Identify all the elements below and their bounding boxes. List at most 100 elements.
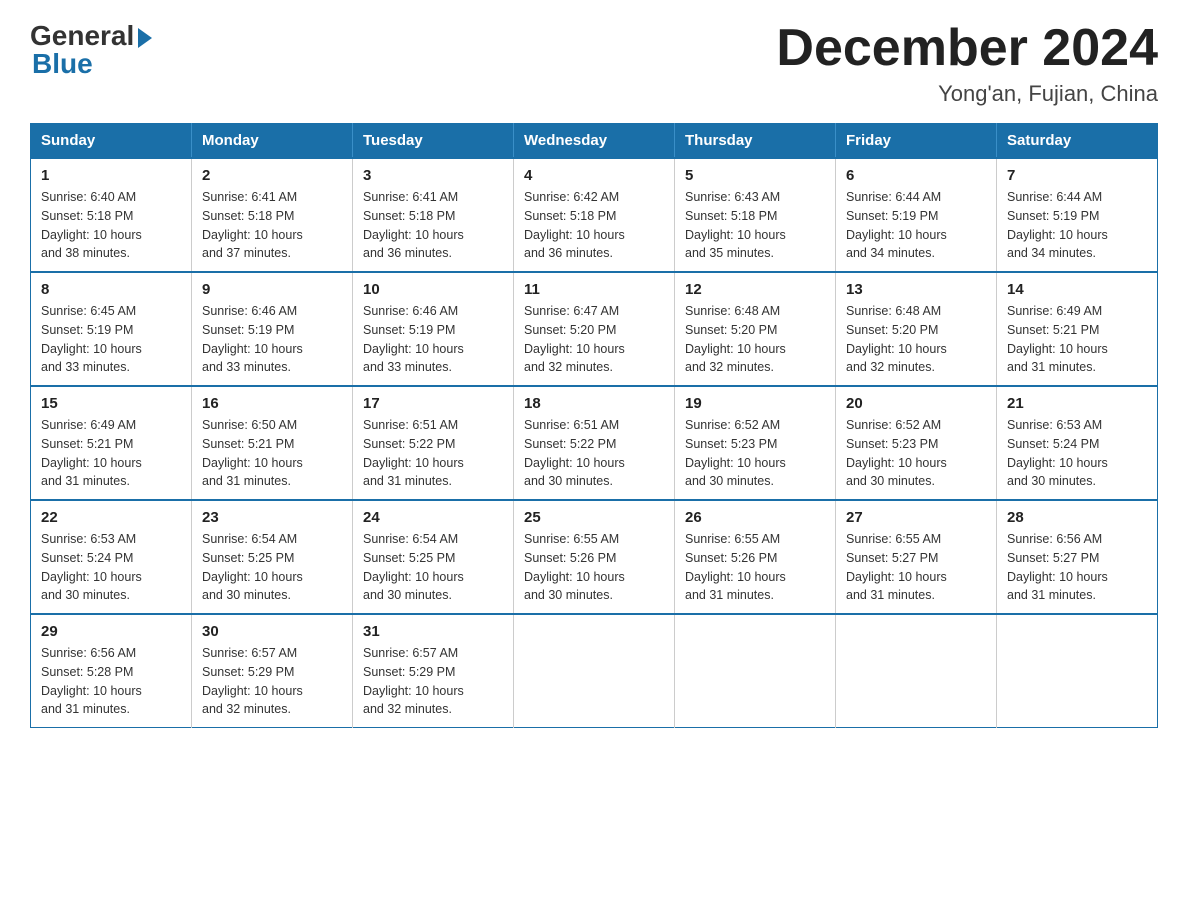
calendar-day-cell: 9 Sunrise: 6:46 AM Sunset: 5:19 PM Dayli… bbox=[192, 272, 353, 386]
calendar-day-cell: 20 Sunrise: 6:52 AM Sunset: 5:23 PM Dayl… bbox=[836, 386, 997, 500]
day-number: 12 bbox=[685, 281, 825, 298]
day-number: 8 bbox=[41, 281, 181, 298]
title-section: December 2024 Yong'an, Fujian, China bbox=[776, 20, 1158, 107]
calendar-day-cell: 31 Sunrise: 6:57 AM Sunset: 5:29 PM Dayl… bbox=[353, 614, 514, 728]
calendar-day-cell bbox=[836, 614, 997, 728]
day-number: 22 bbox=[41, 509, 181, 526]
calendar-day-cell: 7 Sunrise: 6:44 AM Sunset: 5:19 PM Dayli… bbox=[997, 158, 1158, 272]
day-number: 10 bbox=[363, 281, 503, 298]
calendar-day-cell: 15 Sunrise: 6:49 AM Sunset: 5:21 PM Dayl… bbox=[31, 386, 192, 500]
day-number: 3 bbox=[363, 167, 503, 184]
day-info: Sunrise: 6:56 AM Sunset: 5:27 PM Dayligh… bbox=[1007, 530, 1147, 605]
day-info: Sunrise: 6:55 AM Sunset: 5:27 PM Dayligh… bbox=[846, 530, 986, 605]
day-info: Sunrise: 6:51 AM Sunset: 5:22 PM Dayligh… bbox=[524, 416, 664, 491]
day-number: 31 bbox=[363, 623, 503, 640]
calendar-day-cell: 1 Sunrise: 6:40 AM Sunset: 5:18 PM Dayli… bbox=[31, 158, 192, 272]
day-number: 4 bbox=[524, 167, 664, 184]
day-number: 1 bbox=[41, 167, 181, 184]
day-number: 9 bbox=[202, 281, 342, 298]
day-number: 15 bbox=[41, 395, 181, 412]
day-number: 25 bbox=[524, 509, 664, 526]
day-info: Sunrise: 6:57 AM Sunset: 5:29 PM Dayligh… bbox=[202, 644, 342, 719]
calendar-table: SundayMondayTuesdayWednesdayThursdayFrid… bbox=[30, 123, 1158, 728]
day-number: 28 bbox=[1007, 509, 1147, 526]
calendar-day-cell: 13 Sunrise: 6:48 AM Sunset: 5:20 PM Dayl… bbox=[836, 272, 997, 386]
day-info: Sunrise: 6:53 AM Sunset: 5:24 PM Dayligh… bbox=[1007, 416, 1147, 491]
day-info: Sunrise: 6:40 AM Sunset: 5:18 PM Dayligh… bbox=[41, 188, 181, 263]
logo-blue-text: Blue bbox=[32, 48, 93, 80]
calendar-day-cell: 28 Sunrise: 6:56 AM Sunset: 5:27 PM Dayl… bbox=[997, 500, 1158, 614]
day-number: 5 bbox=[685, 167, 825, 184]
calendar-day-cell bbox=[675, 614, 836, 728]
day-info: Sunrise: 6:52 AM Sunset: 5:23 PM Dayligh… bbox=[685, 416, 825, 491]
calendar-day-cell: 11 Sunrise: 6:47 AM Sunset: 5:20 PM Dayl… bbox=[514, 272, 675, 386]
day-info: Sunrise: 6:46 AM Sunset: 5:19 PM Dayligh… bbox=[202, 302, 342, 377]
calendar-day-cell: 25 Sunrise: 6:55 AM Sunset: 5:26 PM Dayl… bbox=[514, 500, 675, 614]
day-number: 19 bbox=[685, 395, 825, 412]
calendar-day-cell: 10 Sunrise: 6:46 AM Sunset: 5:19 PM Dayl… bbox=[353, 272, 514, 386]
page-header: General Blue December 2024 Yong'an, Fuji… bbox=[30, 20, 1158, 107]
calendar-day-cell: 19 Sunrise: 6:52 AM Sunset: 5:23 PM Dayl… bbox=[675, 386, 836, 500]
calendar-day-cell: 12 Sunrise: 6:48 AM Sunset: 5:20 PM Dayl… bbox=[675, 272, 836, 386]
day-number: 27 bbox=[846, 509, 986, 526]
calendar-week-row: 8 Sunrise: 6:45 AM Sunset: 5:19 PM Dayli… bbox=[31, 272, 1158, 386]
day-number: 7 bbox=[1007, 167, 1147, 184]
day-info: Sunrise: 6:47 AM Sunset: 5:20 PM Dayligh… bbox=[524, 302, 664, 377]
calendar-day-cell bbox=[997, 614, 1158, 728]
day-number: 30 bbox=[202, 623, 342, 640]
day-number: 18 bbox=[524, 395, 664, 412]
day-number: 23 bbox=[202, 509, 342, 526]
calendar-day-cell: 2 Sunrise: 6:41 AM Sunset: 5:18 PM Dayli… bbox=[192, 158, 353, 272]
day-info: Sunrise: 6:54 AM Sunset: 5:25 PM Dayligh… bbox=[202, 530, 342, 605]
calendar-day-cell: 29 Sunrise: 6:56 AM Sunset: 5:28 PM Dayl… bbox=[31, 614, 192, 728]
day-number: 24 bbox=[363, 509, 503, 526]
calendar-day-cell: 24 Sunrise: 6:54 AM Sunset: 5:25 PM Dayl… bbox=[353, 500, 514, 614]
calendar-day-cell: 27 Sunrise: 6:55 AM Sunset: 5:27 PM Dayl… bbox=[836, 500, 997, 614]
day-info: Sunrise: 6:54 AM Sunset: 5:25 PM Dayligh… bbox=[363, 530, 503, 605]
calendar-day-cell: 16 Sunrise: 6:50 AM Sunset: 5:21 PM Dayl… bbox=[192, 386, 353, 500]
day-info: Sunrise: 6:48 AM Sunset: 5:20 PM Dayligh… bbox=[846, 302, 986, 377]
day-number: 16 bbox=[202, 395, 342, 412]
logo-arrow-icon bbox=[138, 28, 152, 48]
calendar-day-cell: 30 Sunrise: 6:57 AM Sunset: 5:29 PM Dayl… bbox=[192, 614, 353, 728]
day-info: Sunrise: 6:48 AM Sunset: 5:20 PM Dayligh… bbox=[685, 302, 825, 377]
day-number: 11 bbox=[524, 281, 664, 298]
day-number: 21 bbox=[1007, 395, 1147, 412]
calendar-week-row: 1 Sunrise: 6:40 AM Sunset: 5:18 PM Dayli… bbox=[31, 158, 1158, 272]
day-info: Sunrise: 6:51 AM Sunset: 5:22 PM Dayligh… bbox=[363, 416, 503, 491]
calendar-day-cell: 8 Sunrise: 6:45 AM Sunset: 5:19 PM Dayli… bbox=[31, 272, 192, 386]
calendar-day-cell: 26 Sunrise: 6:55 AM Sunset: 5:26 PM Dayl… bbox=[675, 500, 836, 614]
day-of-week-header: Sunday bbox=[31, 124, 192, 159]
calendar-day-cell: 5 Sunrise: 6:43 AM Sunset: 5:18 PM Dayli… bbox=[675, 158, 836, 272]
day-number: 17 bbox=[363, 395, 503, 412]
calendar-day-cell: 23 Sunrise: 6:54 AM Sunset: 5:25 PM Dayl… bbox=[192, 500, 353, 614]
logo: General Blue bbox=[30, 20, 152, 80]
calendar-day-cell: 21 Sunrise: 6:53 AM Sunset: 5:24 PM Dayl… bbox=[997, 386, 1158, 500]
day-info: Sunrise: 6:41 AM Sunset: 5:18 PM Dayligh… bbox=[363, 188, 503, 263]
day-number: 2 bbox=[202, 167, 342, 184]
day-of-week-header: Thursday bbox=[675, 124, 836, 159]
day-info: Sunrise: 6:57 AM Sunset: 5:29 PM Dayligh… bbox=[363, 644, 503, 719]
day-number: 13 bbox=[846, 281, 986, 298]
calendar-day-cell bbox=[514, 614, 675, 728]
day-info: Sunrise: 6:49 AM Sunset: 5:21 PM Dayligh… bbox=[41, 416, 181, 491]
calendar-day-cell: 4 Sunrise: 6:42 AM Sunset: 5:18 PM Dayli… bbox=[514, 158, 675, 272]
day-of-week-header: Wednesday bbox=[514, 124, 675, 159]
calendar-day-cell: 3 Sunrise: 6:41 AM Sunset: 5:18 PM Dayli… bbox=[353, 158, 514, 272]
calendar-header-row: SundayMondayTuesdayWednesdayThursdayFrid… bbox=[31, 124, 1158, 159]
month-title: December 2024 bbox=[776, 20, 1158, 77]
day-info: Sunrise: 6:49 AM Sunset: 5:21 PM Dayligh… bbox=[1007, 302, 1147, 377]
day-of-week-header: Friday bbox=[836, 124, 997, 159]
day-info: Sunrise: 6:56 AM Sunset: 5:28 PM Dayligh… bbox=[41, 644, 181, 719]
day-info: Sunrise: 6:55 AM Sunset: 5:26 PM Dayligh… bbox=[685, 530, 825, 605]
calendar-day-cell: 14 Sunrise: 6:49 AM Sunset: 5:21 PM Dayl… bbox=[997, 272, 1158, 386]
day-number: 6 bbox=[846, 167, 986, 184]
calendar-day-cell: 6 Sunrise: 6:44 AM Sunset: 5:19 PM Dayli… bbox=[836, 158, 997, 272]
day-number: 14 bbox=[1007, 281, 1147, 298]
day-info: Sunrise: 6:45 AM Sunset: 5:19 PM Dayligh… bbox=[41, 302, 181, 377]
calendar-week-row: 15 Sunrise: 6:49 AM Sunset: 5:21 PM Dayl… bbox=[31, 386, 1158, 500]
day-info: Sunrise: 6:52 AM Sunset: 5:23 PM Dayligh… bbox=[846, 416, 986, 491]
day-info: Sunrise: 6:55 AM Sunset: 5:26 PM Dayligh… bbox=[524, 530, 664, 605]
day-info: Sunrise: 6:44 AM Sunset: 5:19 PM Dayligh… bbox=[1007, 188, 1147, 263]
day-of-week-header: Monday bbox=[192, 124, 353, 159]
